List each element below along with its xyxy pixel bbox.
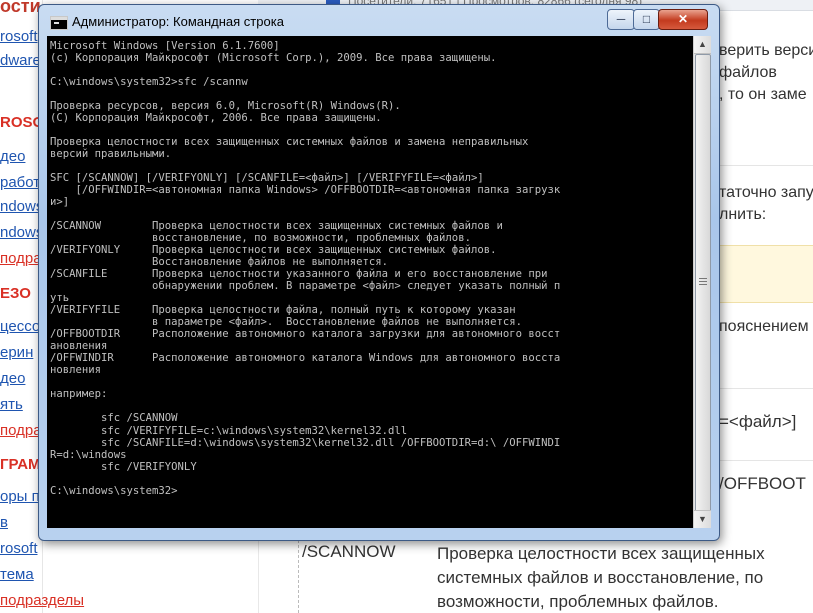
- sidebar-link[interactable]: ерин: [0, 344, 33, 361]
- sidebar-heading: ЕЗО: [0, 285, 31, 302]
- sidebar-link[interactable]: ndows: [0, 198, 43, 215]
- console-text[interactable]: Microsoft Windows [Version 6.1.7600] (c)…: [47, 36, 693, 497]
- sidebar-link[interactable]: део: [0, 148, 25, 165]
- maximize-button[interactable]: □: [633, 9, 660, 30]
- command-prompt-window[interactable]: Администратор: Командная строка ─ □ ✕ Mi…: [38, 4, 720, 541]
- sidebar-link[interactable]: цессо: [0, 318, 40, 335]
- scroll-down-arrow-icon[interactable]: ▼: [694, 510, 711, 528]
- sidebar-link[interactable]: ndows: [0, 224, 43, 241]
- sidebar-link[interactable]: dware: [0, 52, 41, 69]
- left-sidebar: ости rosoft dware ROSO део работ ndows n…: [0, 0, 84, 613]
- sidebar-subsections-link[interactable]: подразделы: [0, 592, 84, 609]
- scrollbar-thumb[interactable]: [695, 54, 711, 512]
- article-text: , то он заме: [719, 86, 807, 103]
- sidebar-link[interactable]: rosoft: [0, 540, 38, 557]
- console-app-icon[interactable]: [50, 16, 68, 30]
- window-title: Администратор: Командная строка: [72, 14, 284, 29]
- sidebar-link[interactable]: оры п: [0, 488, 40, 505]
- console-output[interactable]: Microsoft Windows [Version 6.1.7600] (c)…: [47, 36, 693, 528]
- article-text: =<файл>]: [719, 412, 797, 431]
- sidebar-heading: ГРАМ: [0, 456, 41, 473]
- scroll-up-arrow-icon[interactable]: ▲: [694, 36, 711, 54]
- sidebar-title: ости: [0, 0, 41, 16]
- table-border: [298, 540, 299, 613]
- description-line: возможности, проблемных файлов.: [437, 592, 719, 611]
- scannow-param-description: Проверка целостности всех защищенных сис…: [437, 542, 813, 613]
- sidebar-link[interactable]: ять: [0, 396, 23, 413]
- article-text: таточно запу: [719, 184, 813, 201]
- window-titlebar[interactable]: Администратор: Командная строка ─ □ ✕: [39, 5, 719, 35]
- vertical-scrollbar[interactable]: ▲ ▼: [693, 36, 711, 528]
- close-button[interactable]: ✕: [658, 9, 708, 30]
- article-text: /OFFBOOT: [719, 474, 806, 493]
- article-text: лнить:: [719, 206, 767, 223]
- grip-line: [699, 278, 707, 279]
- sidebar-link[interactable]: в: [0, 514, 8, 531]
- sidebar-link[interactable]: rosoft: [0, 28, 38, 45]
- grip-line: [699, 284, 707, 285]
- grip-line: [699, 281, 707, 282]
- description-line: системных файлов и восстановление, по: [437, 568, 764, 587]
- scannow-param-label: /SCANNOW: [302, 542, 396, 561]
- minimize-button[interactable]: ─: [607, 9, 635, 30]
- article-text: файлов: [719, 64, 777, 81]
- article-text: пояснением: [719, 318, 809, 335]
- sidebar-link[interactable]: работ: [0, 174, 40, 191]
- description-line: Проверка целостности всех защищенных: [437, 544, 765, 563]
- sidebar-link[interactable]: део: [0, 370, 25, 387]
- sidebar-link[interactable]: тема: [0, 566, 34, 583]
- article-text: верить верси: [719, 42, 813, 59]
